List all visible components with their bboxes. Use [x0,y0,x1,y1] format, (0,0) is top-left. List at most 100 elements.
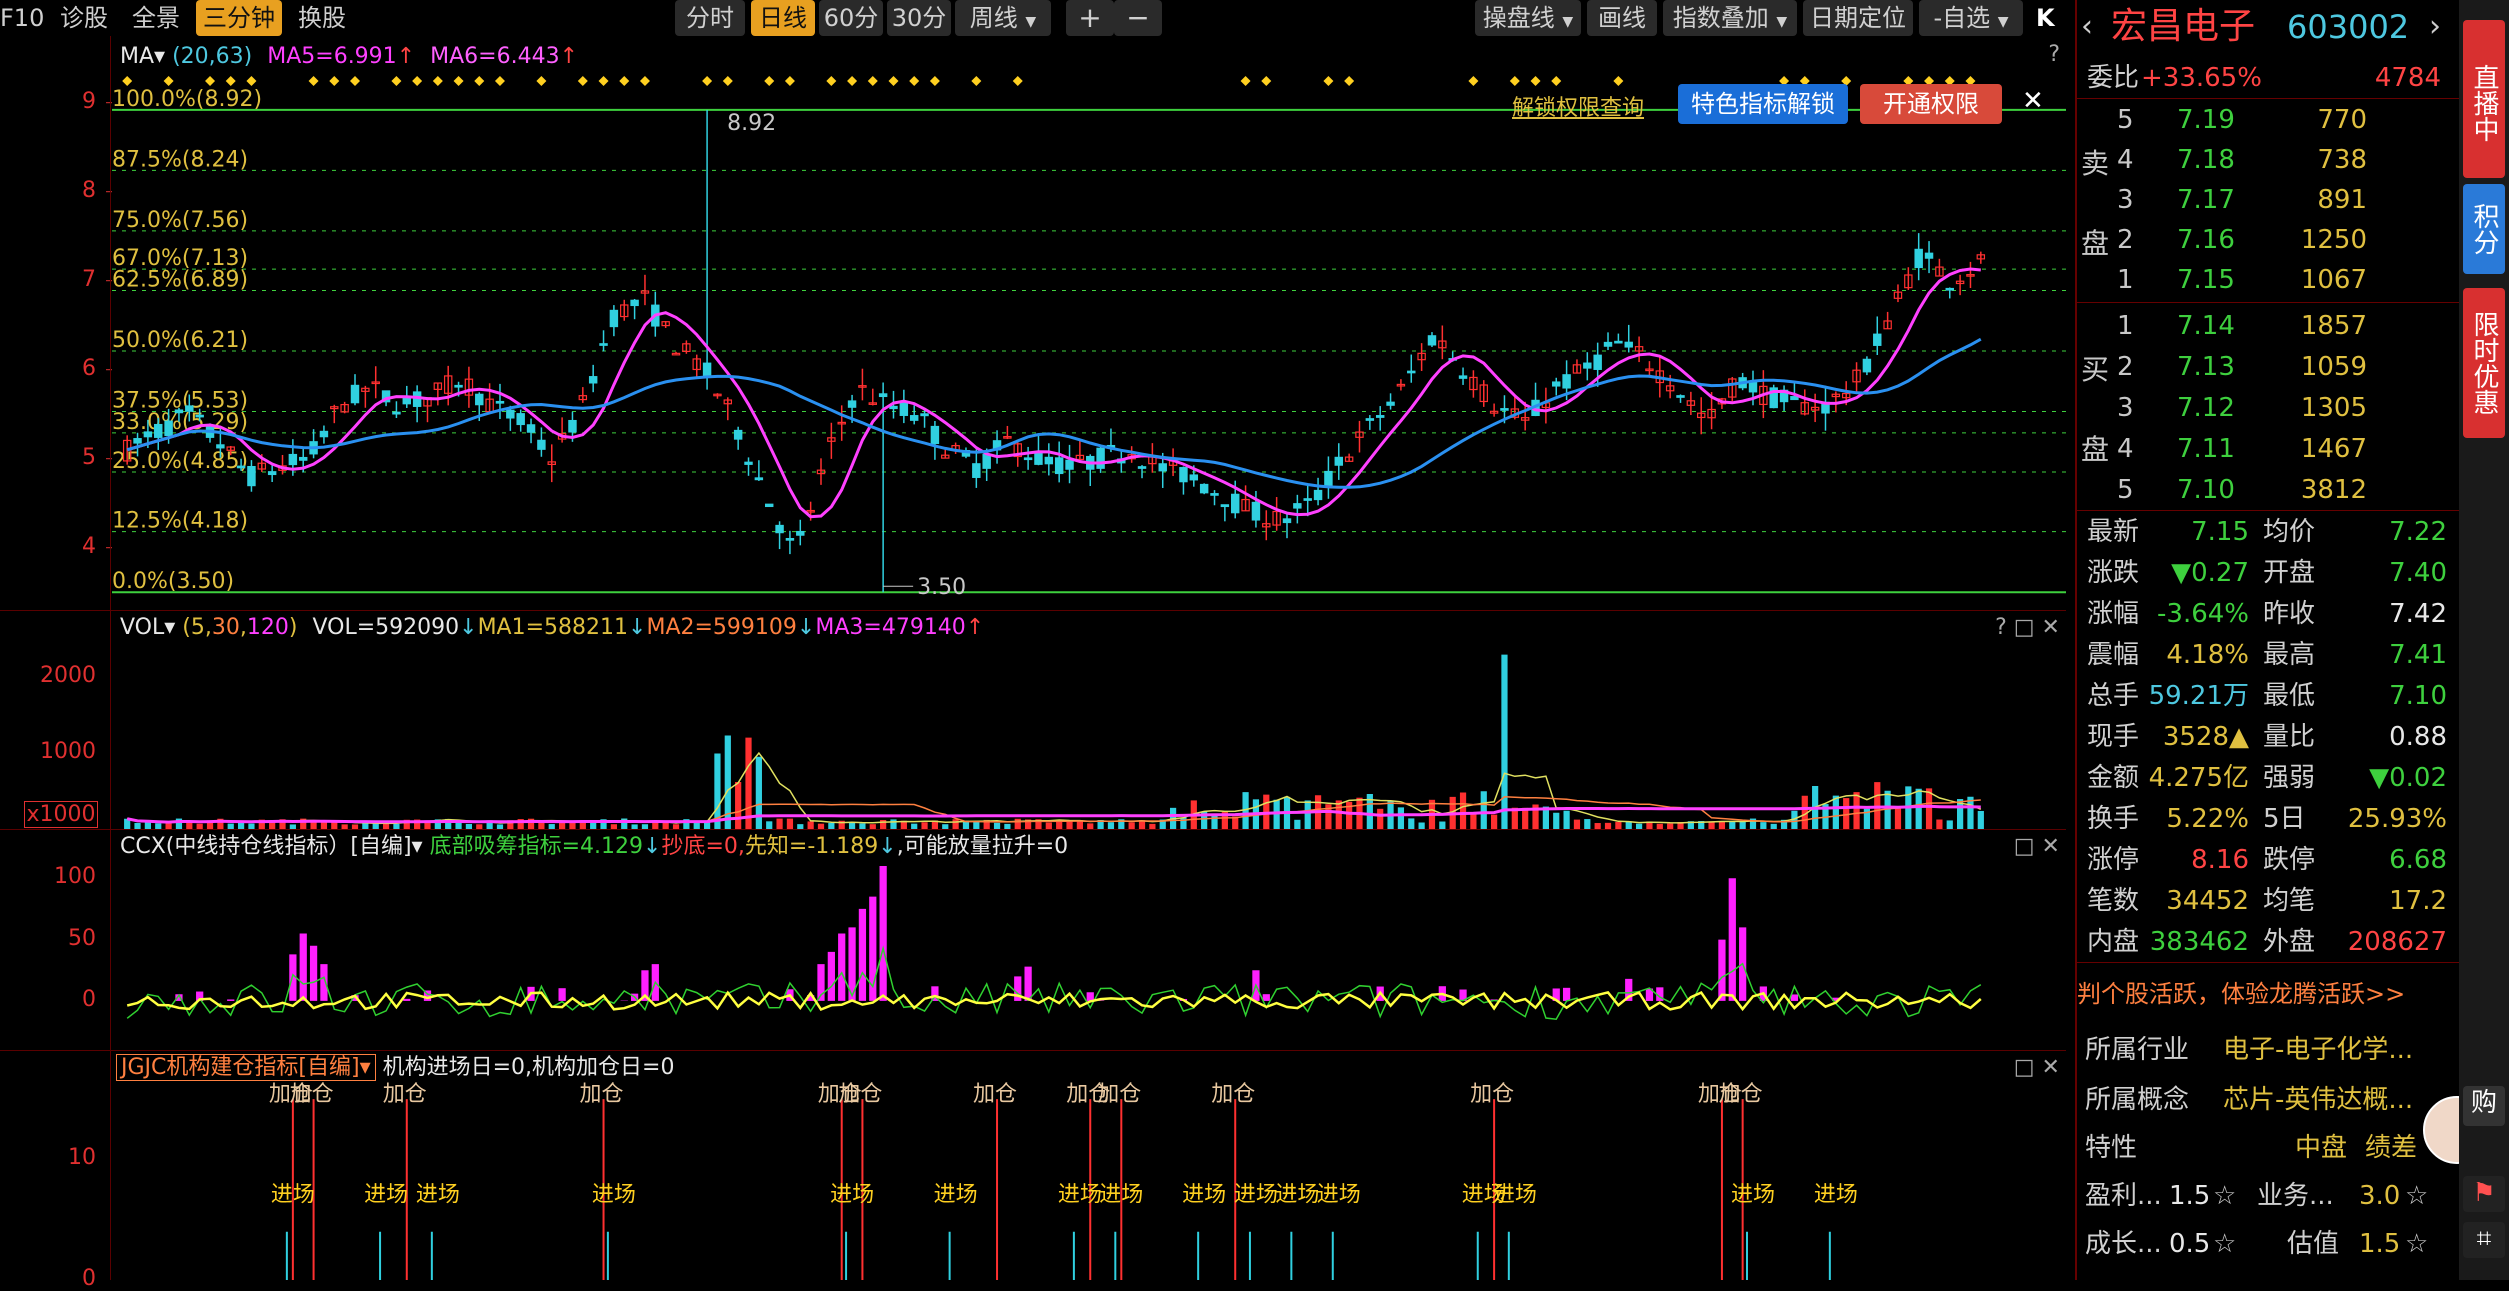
quote-row: 震幅 4.18% 最高 7.41 [2077,635,2461,675]
draw-line-button[interactable]: 画线 [1587,0,1657,36]
add-position-label: 加仓 [1211,1082,1255,1107]
star-icon[interactable]: ☆ [2405,1224,2428,1264]
candle-body [930,425,940,445]
trading-line-dropdown[interactable]: 操盘线 ▼ [1475,0,1581,36]
price-tick: 9 [82,88,96,114]
next-stock-icon[interactable]: › [2429,2,2441,52]
panel-controls-icon[interactable]: ? □ ✕ [1995,615,2060,640]
promo-banner[interactable]: 判个股活跃，体验龙腾活跃>> [2077,974,2461,1014]
collapse-icon[interactable]: K [2036,0,2055,36]
zoom-out-button[interactable]: − [1114,0,1162,36]
quote-label: 最低 [2263,681,2316,711]
three-minute-button[interactable]: 三分钟 [196,0,282,36]
points-button[interactable]: 积分 [2463,184,2505,274]
live-button[interactable]: 直播中 [2463,20,2505,178]
ccx-selector[interactable]: CCX(中线持仓线指标）[自编]▾ [120,834,423,859]
buy-button[interactable]: 购 [2463,1086,2505,1126]
signal-diamond [1323,76,1334,86]
candle-body [1179,467,1188,483]
crop-icon[interactable]: ⌗ [2463,1222,2505,1258]
tab-30min[interactable]: 30分 [887,0,951,36]
candle-body [1230,493,1240,514]
ask-row[interactable]: 2 7.16 1250 [2077,220,2461,260]
prev-stock-icon[interactable]: ‹ [2081,2,2093,52]
star-icon[interactable]: ☆ [2213,1176,2236,1216]
ask-row[interactable]: 4 7.18 738 [2077,140,2461,180]
enter-label: 进场 [1493,1183,1537,1208]
watchlist-dropdown[interactable]: -自选 ▼ [1919,0,2023,36]
candle-body [847,400,857,408]
tab-daily[interactable]: 日线 [751,0,815,36]
panorama-button[interactable]: 全景 [132,0,180,36]
jgjc-plot[interactable]: 加仓 加仓 加仓 加仓 加仓 加仓 加仓 加仓 加仓 加仓 加仓 加仓 加仓 进场 进场 进场 进场 进场 进场 进场… [112,1082,2066,1280]
ask-row[interactable]: 5 7.19 770 [2077,100,2461,140]
candle-body [154,423,163,438]
weicha-value: 4784 [2374,63,2441,93]
date-locate-button[interactable]: 日期定位 [1803,0,1913,36]
bid-row[interactable]: 4 7.11 1467 [2077,429,2461,469]
trading-line-label: 操盘线 [1482,4,1555,32]
price-tick: 4 [82,533,96,559]
candle-body [1614,340,1623,344]
bid-row[interactable]: 2 7.13 1059 [2077,347,2461,387]
candle-body [236,465,246,469]
signal-diamond [246,76,257,86]
star-icon[interactable]: ☆ [2213,1224,2236,1264]
signal-diamond [619,76,630,86]
bookmark-icon[interactable]: ⚑ [2463,1176,2505,1212]
jgjc-selector[interactable]: JGJC机构建仓指标[自编]▾ [116,1054,376,1081]
bid-row[interactable]: 5 7.10 3812 [2077,470,2461,510]
diagnose-button[interactable]: 诊股 [60,0,108,36]
concept-link[interactable]: 芯片-英伟达概... [2223,1080,2413,1120]
weibi-row: 委比 +33.65% 4784 [2077,58,2461,99]
vol-selector[interactable]: VOL▾ [120,615,175,640]
volume-plot[interactable] [112,647,2066,829]
candle-body [982,453,991,469]
zoom-in-button[interactable]: + [1066,0,1114,36]
ask-row[interactable]: 3 7.17 891 [2077,180,2461,220]
ccx-green-line [126,945,1982,1021]
candle-body [1873,333,1882,346]
star-icon[interactable]: ☆ [2405,1176,2428,1216]
signal-diamond [391,76,402,86]
switch-stock-button[interactable]: 换股 [298,0,346,36]
ccx-plot[interactable] [112,866,2066,1050]
add-position-label: 加仓 [290,1082,334,1107]
quote-value: 59.21万 [2148,681,2249,711]
open-permission-button[interactable]: 开通权限 [1860,84,2002,124]
index-overlay-dropdown[interactable]: 指数叠加 ▼ [1663,0,1797,36]
kline-plot[interactable]: 87.5%(8.24) 75.0%(7.56) 67.0%(7.13) 62.5%(6… [106,76,2066,610]
tab-intraday[interactable]: 分时 [675,0,745,36]
signal-diamond [205,76,216,86]
panel-controls-icon[interactable]: □ ✕ [2014,834,2060,859]
ask-row[interactable]: 1 7.15 1067 [2077,260,2461,300]
feature-unlock-button[interactable]: 特色指标解锁 [1678,84,1848,124]
bid-row[interactable]: 1 7.14 1857 [2077,306,2461,346]
ask-price: 7.18 [2177,145,2235,175]
enter-label: 进场 [1731,1183,1775,1208]
price-tick: 7 [82,266,96,292]
enter-label: 进场 [1275,1183,1319,1208]
chevron-down-icon: ▼ [1997,14,2009,30]
ma-selector[interactable]: MA▾ [120,44,165,69]
bid-row[interactable]: 3 7.12 1305 [2077,388,2461,428]
candle-body [1251,501,1261,521]
industry-link[interactable]: 电子-电子化学... [2223,1030,2413,1070]
enter-label: 进场 [1058,1183,1102,1208]
signal-diamond [432,76,443,86]
unlock-query-link[interactable]: 解锁权限查询 [1512,90,1644,122]
candle-body [1303,498,1312,501]
limited-offer-button[interactable]: 限时优惠 [2463,288,2505,438]
close-icon[interactable]: ✕ [2022,86,2044,116]
tab-60min[interactable]: 60分 [819,0,883,36]
f10-button[interactable]: F10 [0,0,44,36]
help-icon[interactable]: ? [2048,42,2060,67]
vol-legend: VOL▾ (5,30,120) VOL=592090↓MA1=588211↓MA… [120,615,985,640]
quote-value: ▼0.27 [2171,558,2249,588]
candle-body [909,415,919,421]
signal-diamond [412,76,423,86]
ma-legend: MA▾ (20,63) MA5=6.991↑ MA6=6.443↑ [120,42,578,72]
tab-weekly[interactable]: 周线 ▼ [955,0,1051,36]
candle-body [537,439,546,450]
panel-controls-icon[interactable]: □ ✕ [2014,1055,2060,1080]
